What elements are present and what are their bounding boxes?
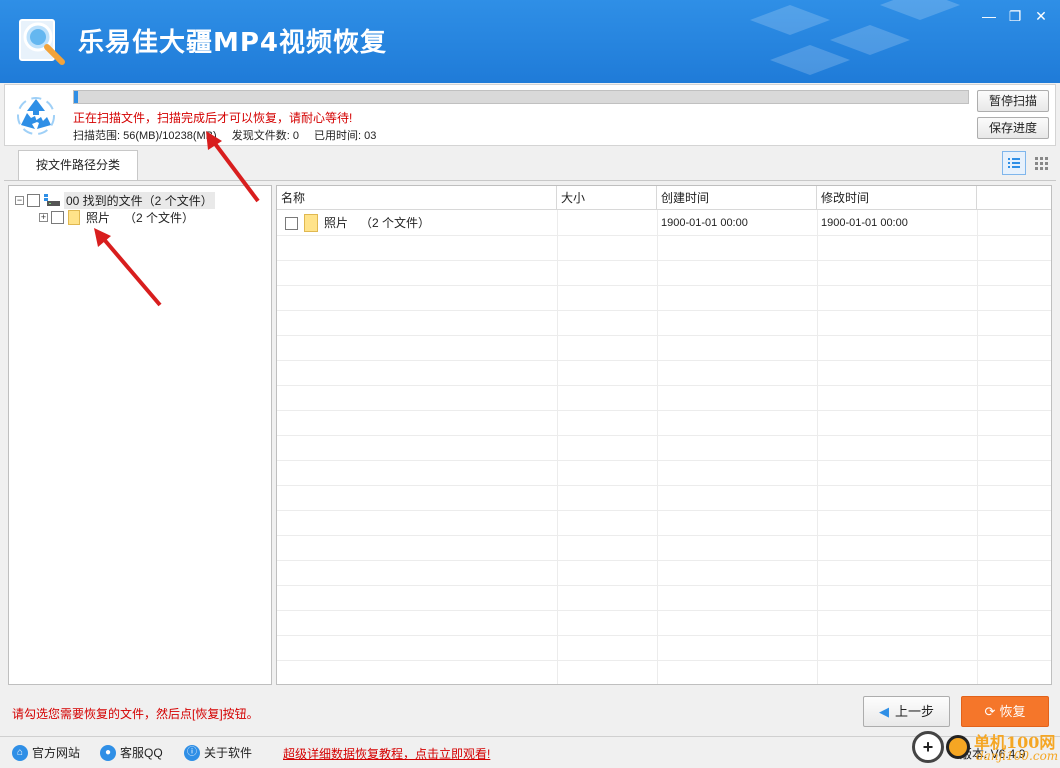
watermark-plus-icon: + [912,731,944,763]
grid-view-icon [1035,157,1048,170]
tree-photos-label: 照片 [86,210,111,225]
main-area: − 00 找到的文件（2 个文件） + 照片 （2 个文件） 名称 大小 创建时… [4,180,1056,688]
row-divider [277,585,1051,586]
recover-button[interactable]: ⟳ 恢复 [961,696,1049,727]
grid-view-toggle[interactable] [1030,151,1054,175]
tree-root-label: 00 找到的文件（2 个文件） [64,191,215,209]
row-checkbox[interactable] [285,216,298,230]
row-divider [277,235,1051,236]
row-divider [277,410,1051,411]
cell-name: 照片 （2 个文件） [285,211,430,235]
column-divider [977,210,978,684]
list-row[interactable]: 照片 （2 个文件） 1900-01-01 00:00 1900-01-01 0… [277,211,1051,235]
column-name[interactable]: 名称 [277,186,557,210]
about-software-link[interactable]: ⓘ 关于软件 [184,744,252,761]
list-view-toggle[interactable] [1002,151,1026,175]
official-website-label: 官方网站 [32,746,81,760]
column-divider [817,210,818,684]
found-count: 发现文件数: 0 [231,130,299,142]
qq-icon: ● [100,744,116,761]
about-software-label: 关于软件 [204,746,253,760]
scan-progress-bar [73,90,969,104]
row-divider [277,610,1051,611]
column-created[interactable]: 创建时间 [657,186,817,210]
app-title: 乐易佳大疆MP4视频恢复 [78,28,388,58]
row-divider [277,335,1051,336]
row-divider [277,360,1051,361]
elapsed-time: 已用时间: 03 [314,130,377,142]
row-divider [277,535,1051,536]
bottom-bar: ⌂ 官方网站 ● 客服QQ ⓘ 关于软件 超级详细数据恢复教程，点击立即观看! 版本:… [0,736,1060,768]
expand-icon[interactable]: + [39,212,48,222]
tree-root-node[interactable]: − 00 找到的文件（2 个文件） [15,191,215,209]
row-divider [277,560,1051,561]
list-view-icon [1008,158,1020,168]
tree-photos-count: （2 个文件） [124,210,195,225]
scan-range: 扫描范围: 56(MB)/10238(MB) [73,130,217,142]
file-list: 名称 大小 创建时间 修改时间 照片 （2 个文件） 1900-01-01 00… [276,185,1052,685]
close-button[interactable]: ✕ [1029,6,1053,26]
row-name: 照片 [324,216,349,230]
title-bar: 乐易佳大疆MP4视频恢复 — ❐ ✕ [0,0,1060,83]
folder-icon [304,214,318,232]
tree-root-checkbox[interactable] [27,193,40,207]
watermark-dot-icon [946,735,970,759]
cell-created: 1900-01-01 00:00 [661,217,748,229]
tab-by-path[interactable]: 按文件路径分类 [18,150,138,180]
refresh-icon: ⟳ [984,704,996,719]
recycle-icon [17,97,55,135]
tree-photos-node[interactable]: + 照片 （2 个文件） [39,209,194,225]
arrow-left-icon: ◀ [878,704,889,719]
row-divider [277,310,1051,311]
tree-photos-checkbox[interactable] [51,210,64,224]
tutorial-link[interactable]: 超级详细数据恢复教程，点击立即观看! [283,745,490,762]
support-qq-link[interactable]: ● 客服QQ [100,744,163,761]
row-divider [277,260,1051,261]
row-divider [277,660,1051,661]
scan-message: 正在扫描文件，扫描完成后才可以恢复，请耐心等待! [73,111,353,125]
info-icon: ⓘ [184,744,200,761]
scan-status-panel: 正在扫描文件，扫描完成后才可以恢复，请耐心等待! 扫描范围: 56(MB)/10… [4,84,1056,146]
hint-text: 请勾选您需要恢复的文件，然后点[恢复]按钮。 [12,707,259,721]
home-icon: ⌂ [12,744,28,761]
scan-info: 扫描范围: 56(MB)/10238(MB) 发现文件数: 0 已用时间: 03 [73,127,388,143]
watermark-subtitle: danji100.com [976,749,1059,763]
row-divider [277,485,1051,486]
folder-icon [68,209,80,225]
column-size[interactable]: 大小 [557,186,657,210]
row-count: （2 个文件） [360,216,431,230]
minimize-button[interactable]: — [977,6,1001,26]
row-divider [277,435,1051,436]
previous-step-button[interactable]: ◀ 上一步 [863,696,950,727]
scan-progress-fill [74,91,79,103]
folder-tree: − 00 找到的文件（2 个文件） + 照片 （2 个文件） [8,185,272,685]
collapse-icon[interactable]: − [15,195,24,205]
column-divider [557,210,558,684]
row-divider [277,510,1051,511]
drive-icon [44,194,60,206]
watermark-logo: + 单机100网 danji100.com [906,725,1060,768]
list-header: 名称 大小 创建时间 修改时间 [277,186,1051,210]
pause-scan-button[interactable]: 暂停扫描 [977,90,1049,112]
official-website-link[interactable]: ⌂ 官方网站 [12,744,80,761]
restore-button[interactable]: ❐ [1003,6,1027,26]
row-divider [277,285,1051,286]
support-qq-label: 客服QQ [120,746,163,760]
decoration-cubes [750,0,960,75]
row-divider [277,635,1051,636]
previous-step-label: 上一步 [894,704,934,719]
cell-modified: 1900-01-01 00:00 [821,217,908,229]
column-modified[interactable]: 修改时间 [817,186,977,210]
row-divider [277,460,1051,461]
save-progress-button[interactable]: 保存进度 [977,117,1049,139]
recover-label: 恢复 [999,704,1026,719]
column-divider [657,210,658,684]
row-divider [277,385,1051,386]
app-logo-icon [19,19,65,65]
